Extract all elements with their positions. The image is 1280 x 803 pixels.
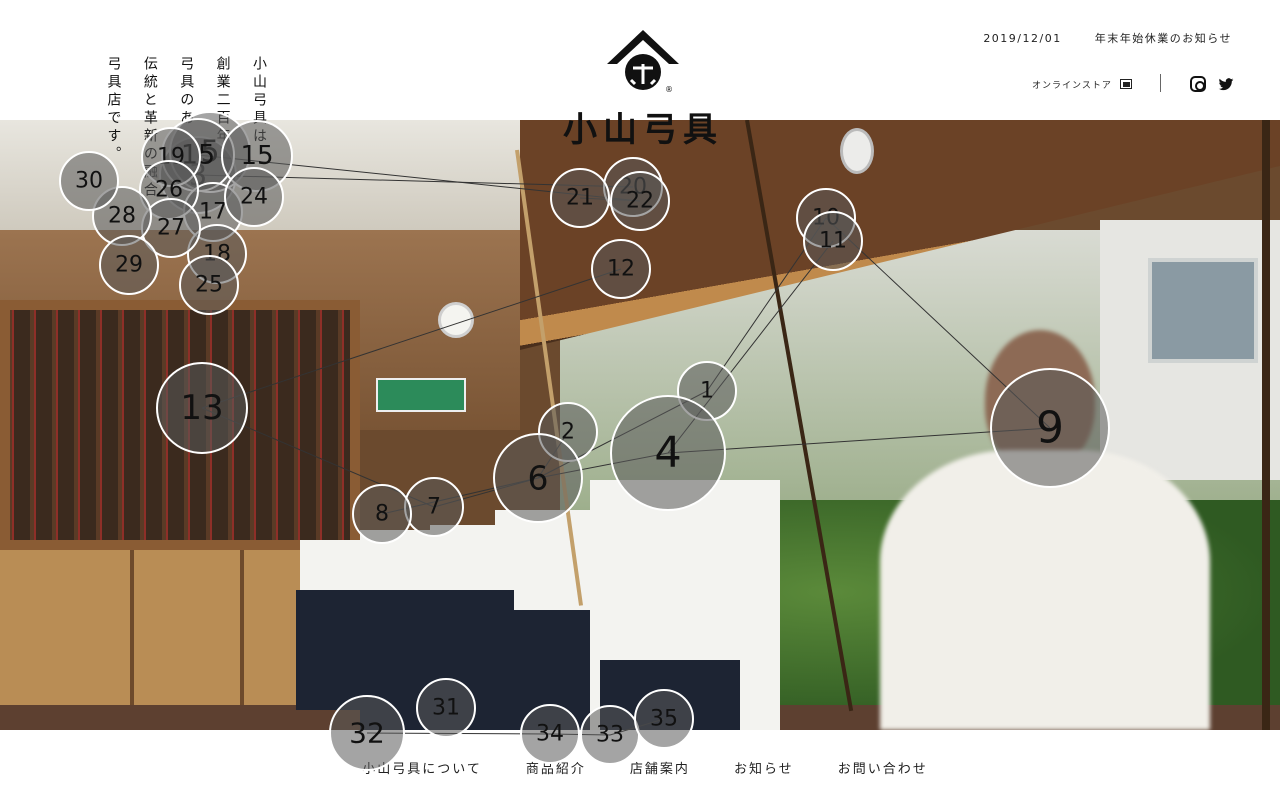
nav-item-news[interactable]: お知らせ [734, 758, 794, 777]
logo-mark-icon: ® [607, 30, 679, 94]
bow [1262, 120, 1270, 730]
elder-archer [880, 450, 1210, 730]
exit-sign [376, 378, 466, 412]
vertical-tagline: 小山弓具は 創業二百年 弓具のあ 伝統と革新の融合 弓具店です。 [40, 56, 270, 286]
wall-clock [438, 302, 474, 338]
tagline-line: 弓具店です。 [105, 56, 122, 164]
nav-item-store[interactable]: 店舗案内 [630, 758, 690, 777]
hakama [490, 610, 590, 730]
bow-rack-frame [0, 300, 360, 550]
twitter-icon[interactable] [1218, 76, 1234, 92]
online-store-label: オンラインストア [1032, 81, 1112, 91]
logo-wordmark: 小山弓具 [563, 110, 723, 150]
social-links [1190, 76, 1234, 92]
tagline-line: 小山弓具は [251, 56, 267, 146]
logo[interactable]: ® 小山弓具 [548, 28, 738, 150]
news-date: 2019/12/01 [983, 32, 1062, 45]
global-nav: 小山弓具について 商品紹介 店舗案内 お知らせ お問い合わせ [0, 730, 1280, 803]
drawers [0, 550, 330, 730]
svg-text:®: ® [665, 85, 673, 94]
tagline-line: 弓具のあ [178, 56, 195, 128]
news-title[interactable]: 年末年始休業のお知らせ [1095, 32, 1232, 45]
wall-clock-2 [840, 128, 874, 174]
tagline-line: 創業二百年 [214, 56, 231, 146]
hakama [360, 590, 434, 730]
instagram-icon[interactable] [1190, 76, 1206, 92]
nav-item-contact[interactable]: お問い合わせ [838, 758, 928, 777]
tagline-line: 伝統と革新の融合 [141, 56, 158, 200]
online-store-link[interactable]: オンラインストア [1032, 78, 1132, 91]
hakama [600, 660, 740, 730]
elder-archer-head [985, 330, 1095, 470]
hero-house-window [1148, 258, 1258, 363]
header-divider [1160, 74, 1161, 92]
nav-item-products[interactable]: 商品紹介 [526, 758, 586, 777]
news-ticker[interactable]: 2019/12/01 年末年始休業のお知らせ [983, 30, 1232, 46]
hakama [296, 590, 362, 710]
nav-item-about[interactable]: 小山弓具について [362, 758, 482, 777]
external-link-icon [1119, 79, 1132, 89]
